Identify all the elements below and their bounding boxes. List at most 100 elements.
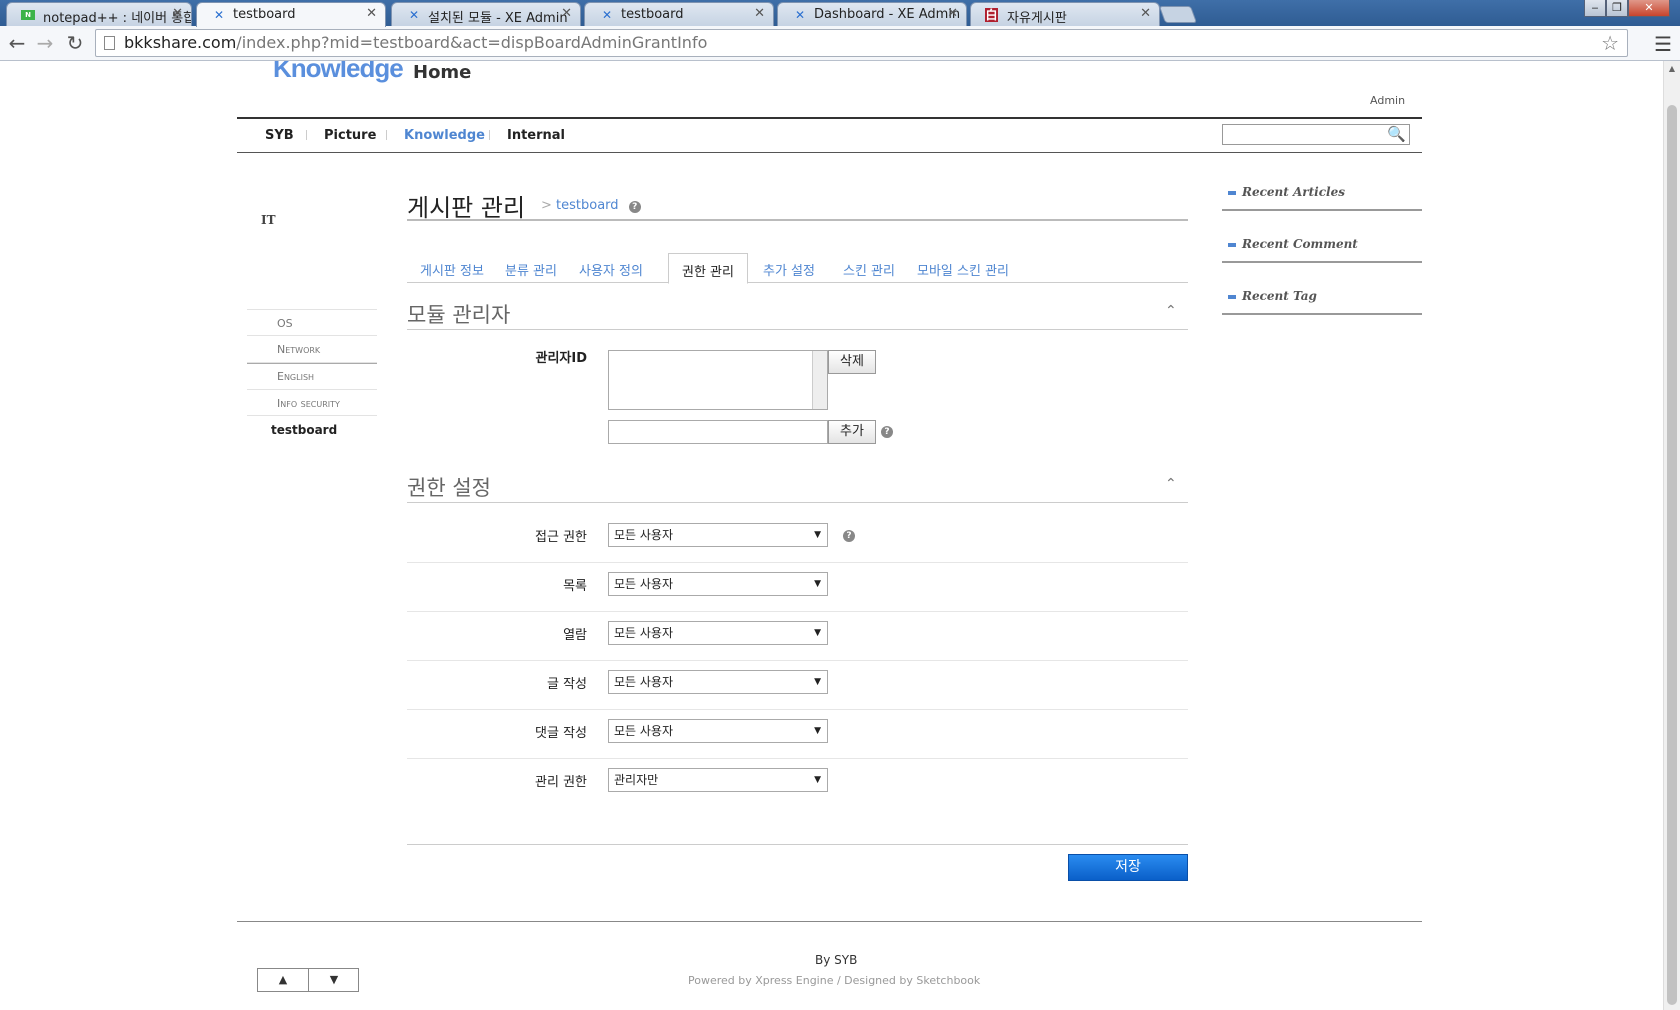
grant-label-view: 열람 — [563, 628, 587, 643]
dropdown-arrow-icon: ▼ — [814, 775, 821, 785]
lnb-category[interactable]: IT — [261, 213, 276, 227]
widget-title: Recent Comment — [1242, 237, 1358, 251]
gnb-item-internal[interactable]: Internal — [507, 128, 565, 143]
browser-tab[interactable]: N notepad++ : 네이버 통합 ✕ — [6, 2, 192, 26]
board-icon: 白 — [985, 8, 998, 22]
browser-tab-active[interactable]: ✕ testboard ✕ — [196, 2, 386, 27]
close-icon[interactable]: ✕ — [172, 6, 183, 21]
xe-icon: ✕ — [408, 8, 420, 22]
close-icon[interactable]: ✕ — [947, 6, 958, 21]
grant-select-view[interactable]: 모든 사용자 ▼ — [608, 621, 828, 645]
lnb-item-network[interactable]: Network — [277, 343, 320, 356]
grant-select-comment[interactable]: 모든 사용자 ▼ — [608, 719, 828, 743]
save-button[interactable]: 저장 — [1068, 854, 1188, 881]
admin-id-input[interactable] — [608, 420, 828, 444]
chevron-up-icon[interactable]: ⌃ — [1165, 476, 1177, 492]
close-icon[interactable]: ✕ — [1140, 6, 1151, 21]
lnb-item-current[interactable]: testboard — [271, 423, 337, 437]
close-icon[interactable]: ✕ — [754, 6, 765, 21]
grant-select-access[interactable]: 모든 사용자 ▼ — [608, 523, 828, 547]
browser-tab[interactable]: 白 자유게시판 ✕ — [970, 2, 1160, 26]
close-icon[interactable]: ✕ — [561, 6, 572, 21]
select-value: 관리자만 — [614, 773, 659, 787]
lnb-item-info-security[interactable]: Info security — [277, 397, 340, 410]
minimize-icon[interactable]: ‒ — [1584, 0, 1606, 17]
tab-board-info[interactable]: 게시판 정보 — [407, 253, 497, 284]
gnb-separator — [386, 130, 387, 140]
help-icon[interactable]: ? — [881, 426, 893, 438]
restore-icon[interactable]: ❐ — [1606, 0, 1628, 17]
browser-tab-title: notepad++ : 네이버 통합 — [43, 11, 192, 26]
section-title-admin: 모듈 관리자 — [407, 303, 511, 327]
browser-tab-title: testboard — [233, 7, 296, 22]
gnb-item-knowledge[interactable]: Knowledge — [404, 128, 485, 143]
footer-powered[interactable]: Powered by Xpress Engine / Designed by S… — [688, 974, 980, 987]
gnb-item-syb[interactable]: SYB — [265, 128, 294, 143]
site-search-input[interactable]: 🔍 — [1222, 124, 1410, 145]
menu-icon[interactable]: ☰ — [1654, 32, 1672, 56]
add-admin-button[interactable]: 추가 — [828, 420, 876, 444]
xe-icon: ✕ — [213, 8, 225, 22]
select-value: 모든 사용자 — [614, 724, 674, 738]
list-scrollbar[interactable] — [812, 351, 827, 409]
grant-label-comment: 댓글 작성 — [535, 726, 587, 741]
naver-icon: N — [21, 10, 35, 20]
section-divider — [407, 329, 1188, 330]
reload-icon[interactable]: ↻ — [62, 30, 88, 56]
page-scrollbar[interactable]: ▲ — [1663, 61, 1680, 1010]
url-host: bkkshare.com — [124, 33, 237, 52]
tab-grant[interactable]: 권한 관리 — [668, 253, 748, 284]
address-bar[interactable]: bkkshare.com/index.php?mid=testboard&act… — [95, 29, 1628, 57]
browser-tab[interactable]: ✕ 설치된 모듈 - XE Admin ✕ — [391, 2, 581, 26]
new-tab-button[interactable] — [1158, 6, 1198, 23]
browser-tab[interactable]: ✕ Dashboard - XE Admin ✕ — [777, 2, 967, 26]
lnb-divider — [247, 309, 377, 310]
select-value: 모든 사용자 — [614, 577, 674, 591]
footer-by: By SYB — [815, 953, 858, 967]
site-logo[interactable]: Knowledge — [273, 61, 404, 84]
select-value: 모든 사용자 — [614, 528, 674, 542]
gnb-item-picture[interactable]: Picture — [324, 128, 376, 143]
admin-link[interactable]: Admin — [1370, 94, 1405, 107]
widget-divider — [1222, 261, 1422, 263]
browser-tab-title: 자유게시판 — [1007, 11, 1067, 26]
tab-mobile-skin[interactable]: 모바일 스킨 관리 — [904, 253, 1022, 284]
grant-select-write[interactable]: 모든 사용자 ▼ — [608, 670, 828, 694]
dropdown-arrow-icon: ▼ — [814, 530, 821, 540]
breadcrumb: > testboard ? — [541, 198, 641, 213]
window-close-icon[interactable]: ✕ — [1628, 0, 1670, 17]
search-icon[interactable]: 🔍 — [1387, 125, 1406, 143]
help-icon[interactable]: ? — [843, 530, 855, 542]
forward-icon[interactable]: → — [32, 30, 58, 56]
breadcrumb-mid[interactable]: testboard — [556, 198, 619, 213]
tab-addition-setup[interactable]: 추가 설정 — [750, 253, 828, 284]
grant-select-list[interactable]: 모든 사용자 ▼ — [608, 572, 828, 596]
tab-skin[interactable]: 스킨 관리 — [830, 253, 908, 284]
dropdown-arrow-icon: ▼ — [814, 628, 821, 638]
admin-id-list[interactable] — [608, 350, 828, 410]
scroll-down-button[interactable]: ▼ — [309, 969, 359, 991]
lnb-item-english[interactable]: English — [277, 370, 314, 383]
footer-divider — [237, 921, 1422, 922]
lnb-item-os[interactable]: OS — [277, 317, 293, 330]
tab-category[interactable]: 분류 관리 — [492, 253, 570, 284]
close-icon[interactable]: ✕ — [366, 6, 377, 21]
scrollbar-thumb[interactable] — [1667, 105, 1677, 1005]
site-home-link[interactable]: Home — [413, 62, 471, 83]
tab-extra-vars[interactable]: 사용자 정의 — [566, 253, 656, 284]
scroll-up-icon[interactable]: ▲ — [1664, 61, 1680, 77]
help-icon[interactable]: ? — [628, 201, 641, 213]
select-value: 모든 사용자 — [614, 626, 674, 640]
lnb-divider — [247, 415, 377, 416]
back-icon[interactable]: ← — [4, 30, 30, 56]
grant-select-manager[interactable]: 관리자만 ▼ — [608, 768, 828, 792]
browser-tab[interactable]: ✕ testboard ✕ — [584, 2, 774, 26]
bookmark-star-icon[interactable]: ☆ — [1601, 30, 1619, 56]
grant-label-list: 목록 — [563, 579, 587, 594]
delete-admin-button[interactable]: 삭제 — [828, 350, 876, 374]
scroll-up-button[interactable]: ▲ — [258, 969, 308, 991]
gnb-separator — [489, 130, 490, 140]
chevron-up-icon[interactable]: ⌃ — [1165, 303, 1177, 319]
widget-divider — [1222, 313, 1422, 315]
browser-tab-title: 설치된 모듈 - XE Admin — [428, 11, 568, 26]
